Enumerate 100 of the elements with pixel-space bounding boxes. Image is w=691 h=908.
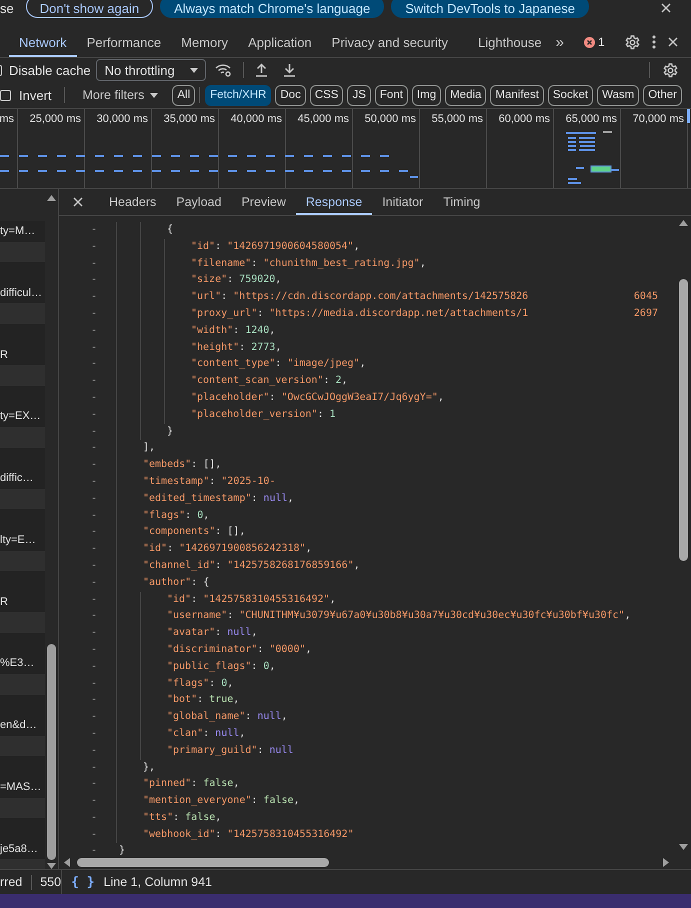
code-line: "proxy_url": "https://media.discordapp.net/attachments/1	[191, 306, 528, 321]
request-row[interactable]: lty=E…	[0, 530, 45, 550]
filter-chip[interactable]: Other	[643, 84, 682, 106]
code-fragment: 6045	[634, 290, 658, 304]
gutter-mark: -	[91, 458, 98, 472]
filter-chip[interactable]: Doc	[275, 84, 306, 106]
code-line: "placeholder": "OwcGCwJOggW3eaI7/Jq6ygY=",	[191, 390, 444, 405]
filter-chip[interactable]: All	[172, 84, 196, 106]
detail-tab[interactable]: Timing	[433, 189, 490, 215]
transferred-size: rred	[0, 875, 22, 889]
panel-tab[interactable]: Application	[238, 27, 322, 57]
network-conditions-icon[interactable]	[214, 63, 232, 77]
panel-tab[interactable]: Privacy and security	[322, 27, 458, 57]
error-counter[interactable]: 1	[584, 27, 605, 57]
filter-chip[interactable]: JS	[347, 84, 371, 106]
gutter-mark: -	[91, 726, 98, 741]
filter-chip[interactable]: Wasm	[597, 84, 640, 106]
code-line: "bot": true,	[167, 693, 240, 708]
request-row[interactable]: ty=M…	[0, 221, 45, 242]
settings-icon[interactable]	[624, 34, 640, 50]
code-line: "url": "https://cdn.discordapp.com/attachments/142575826	[191, 290, 528, 304]
time-tick-label: 25,000 ms	[30, 112, 82, 125]
pretty-print-button[interactable]: { }	[71, 874, 95, 890]
time-tick-label: 65,000 ms	[566, 112, 618, 125]
time-tick-label: 35,000 ms	[164, 112, 216, 125]
code-line: "id": "1426971900856242318",	[143, 542, 312, 556]
code-line: "clan": null,	[167, 726, 246, 741]
code-line: "author": {	[143, 576, 210, 590]
gutter-mark: -	[91, 676, 98, 691]
code-line: "discriminator": "0000",	[167, 642, 312, 657]
caret-icon	[150, 92, 158, 98]
more-tabs-button[interactable]: »	[556, 27, 564, 57]
close-icon[interactable]	[73, 197, 83, 207]
gutter-mark: -	[91, 810, 98, 825]
detail-tab[interactable]: Payload	[166, 189, 232, 215]
code-line: "username": "CHUNITHM¥u3079¥u67a0¥u30b8¥u30a7¥u30cd¥u30ec¥u30fc¥u30bf¥u30fc",	[167, 609, 631, 624]
gutter-mark: -	[91, 256, 98, 271]
gutter-mark: -	[91, 576, 98, 590]
filter-chip[interactable]: Manifest	[490, 84, 544, 106]
request-row[interactable]: difficul…	[0, 282, 45, 304]
gutter-mark: -	[91, 306, 98, 321]
request-row[interactable]: ty=EX…	[0, 406, 45, 427]
request-row[interactable]: R	[0, 592, 45, 612]
request-row[interactable]: en&d…	[0, 715, 45, 736]
filter-chip[interactable]: CSS	[310, 84, 344, 106]
detail-tab[interactable]: Preview	[231, 189, 296, 215]
close-icon[interactable]	[661, 3, 671, 13]
code-line: "pinned": false,	[143, 777, 240, 792]
gutter-mark: -	[91, 390, 98, 405]
time-tick-label: ms	[0, 112, 15, 125]
code-line: "flags": 0,	[143, 508, 210, 523]
panel-tab[interactable]: Lighthouse	[468, 27, 552, 57]
code-line: ],	[143, 441, 156, 456]
gutter-mark: -	[91, 290, 98, 304]
code-line: "avatar": null,	[167, 626, 258, 640]
upload-icon[interactable]	[254, 63, 268, 77]
code-line: "filename": "chunithm_best_rating.jpg",	[191, 256, 426, 271]
throttling-dropdown[interactable]: No throttling	[96, 59, 206, 81]
gutter-mark: -	[91, 626, 98, 640]
infobar-button[interactable]: Always match Chrome's language	[160, 0, 384, 18]
request-row[interactable]: %E3…	[0, 653, 45, 674]
code-line: "primary_guild": null	[167, 744, 294, 758]
gutter-mark: -	[91, 424, 98, 439]
filter-chip[interactable]: Media	[445, 84, 486, 106]
gutter-mark: -	[91, 710, 98, 724]
more-icon[interactable]	[652, 35, 656, 49]
detail-tab[interactable]: Initiator	[372, 189, 434, 215]
code-line: "width": 1240,	[191, 324, 276, 338]
panel-tab[interactable]: Performance	[76, 27, 172, 57]
filter-chip[interactable]: Font	[374, 84, 408, 106]
settings-icon[interactable]	[663, 62, 678, 78]
code-line: },	[143, 760, 156, 774]
request-row[interactable]: diffic…	[0, 468, 45, 489]
code-line: "flags": 0,	[167, 676, 234, 691]
resource-size: 550	[40, 875, 62, 889]
checkbox[interactable]	[0, 90, 11, 100]
more-filters-button[interactable]: More filters	[82, 88, 158, 102]
request-row[interactable]: je5a8…	[0, 838, 45, 860]
gutter-mark: -	[91, 828, 98, 842]
code-line: "id": "1425758310455316492",	[167, 592, 336, 607]
filter-chip[interactable]: Img	[412, 84, 442, 106]
detail-tab[interactable]: Response	[296, 189, 372, 215]
infobar-button[interactable]: Don't show again	[26, 0, 154, 18]
time-tick-label: 40,000 ms	[230, 112, 283, 125]
infobar-button[interactable]: Switch DevTools to Japanese	[391, 0, 590, 18]
gutter-mark: -	[91, 525, 98, 540]
download-icon[interactable]	[282, 63, 296, 77]
filter-chip[interactable]: Socket	[548, 84, 594, 106]
gutter-mark: -	[91, 794, 98, 808]
gutter-mark: -	[91, 508, 98, 523]
close-icon[interactable]	[668, 37, 678, 47]
gutter-mark: -	[91, 223, 98, 237]
code-line: {	[167, 223, 174, 237]
time-tick-label: 45,000 ms	[298, 112, 350, 125]
request-row[interactable]: =MAS…	[0, 777, 45, 798]
detail-tab[interactable]: Headers	[99, 189, 166, 215]
filter-chip[interactable]: Fetch/XHR	[205, 84, 272, 106]
request-row[interactable]: R	[0, 344, 45, 366]
caret-icon	[190, 68, 198, 72]
panel-tab[interactable]: Memory	[171, 27, 238, 57]
